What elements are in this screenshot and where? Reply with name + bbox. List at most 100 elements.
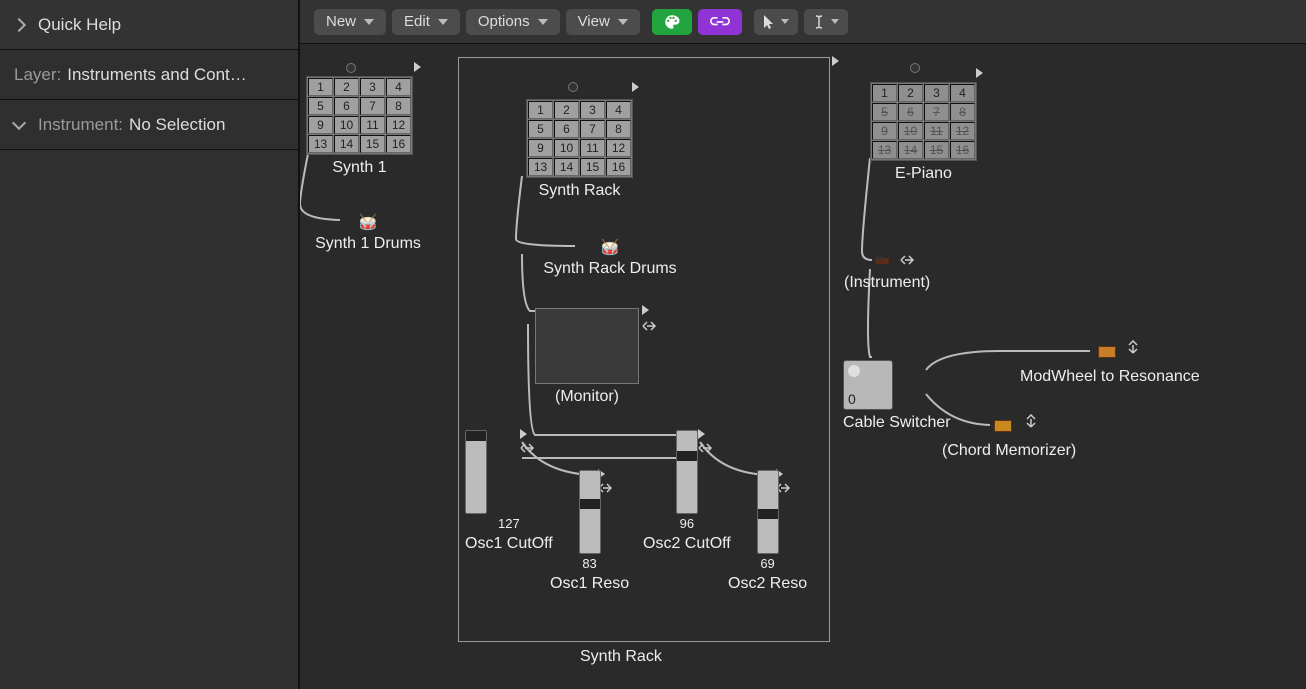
osc1-cutoff-fader[interactable]: 127 Osc1 CutOff bbox=[465, 430, 553, 553]
channel-cell[interactable]: 10 bbox=[554, 139, 579, 157]
channel-cell[interactable]: 4 bbox=[950, 84, 975, 102]
edit-menu-label: Edit bbox=[404, 13, 430, 30]
color-palette-button[interactable] bbox=[652, 9, 692, 35]
chord-memorizer-object[interactable]: (Chord Memorizer) bbox=[942, 438, 1076, 460]
channel-cell[interactable]: 1 bbox=[528, 101, 553, 119]
fader-track[interactable] bbox=[579, 470, 601, 554]
channel-cell[interactable]: 12 bbox=[950, 122, 975, 140]
channel-cell[interactable]: 16 bbox=[950, 141, 975, 159]
channel-cell[interactable]: 11 bbox=[924, 122, 949, 140]
channel-cell[interactable]: 13 bbox=[528, 158, 553, 176]
pointer-tool[interactable] bbox=[754, 9, 798, 35]
channel-cell[interactable]: 4 bbox=[606, 101, 631, 119]
channel-cell[interactable]: 6 bbox=[554, 120, 579, 138]
channel-cell[interactable]: 5 bbox=[528, 120, 553, 138]
channel-cell[interactable]: 1 bbox=[308, 78, 333, 96]
channel-cell[interactable]: 9 bbox=[308, 116, 333, 134]
channel-cell[interactable]: 4 bbox=[386, 78, 411, 96]
edit-menu[interactable]: Edit bbox=[392, 9, 460, 35]
channel-cell[interactable]: 11 bbox=[360, 116, 385, 134]
channel-cell[interactable]: 5 bbox=[872, 103, 897, 121]
channel-cell[interactable]: 14 bbox=[554, 158, 579, 176]
channel-cell[interactable]: 8 bbox=[386, 97, 411, 115]
channel-cell[interactable]: 15 bbox=[924, 141, 949, 159]
fader-track[interactable] bbox=[676, 430, 698, 514]
chevron-down-icon bbox=[618, 19, 628, 25]
layer-row[interactable]: Layer: Instruments and Contr… bbox=[0, 50, 298, 100]
channel-cell[interactable]: 2 bbox=[898, 84, 923, 102]
link-button[interactable] bbox=[698, 9, 742, 35]
channel-cell[interactable]: 3 bbox=[580, 101, 605, 119]
channel-cell[interactable]: 11 bbox=[580, 139, 605, 157]
synth-rack-object[interactable]: 12345678910111213141516 Synth Rack bbox=[526, 99, 633, 200]
channel-cell[interactable]: 8 bbox=[606, 120, 631, 138]
synth1-drums-object[interactable]: 🥁 Synth 1 Drums bbox=[308, 213, 428, 253]
modwheel-object[interactable]: ModWheel to Resonance bbox=[1020, 364, 1200, 386]
quick-help-row[interactable]: Quick Help bbox=[0, 0, 298, 50]
channel-cell[interactable]: 2 bbox=[334, 78, 359, 96]
fader-track[interactable] bbox=[757, 470, 779, 554]
channel-cell[interactable]: 6 bbox=[898, 103, 923, 121]
channel-cell[interactable]: 16 bbox=[606, 158, 631, 176]
cable-switcher-knob[interactable]: 0 bbox=[843, 360, 893, 410]
transformer-icon bbox=[1098, 346, 1116, 358]
channel-cell[interactable]: 3 bbox=[360, 78, 385, 96]
fader-value: 69 bbox=[728, 556, 807, 571]
channel-cell[interactable]: 14 bbox=[334, 135, 359, 153]
channel-cell[interactable]: 9 bbox=[872, 122, 897, 140]
port-triangle-icon bbox=[976, 68, 983, 78]
fader-cap[interactable] bbox=[677, 451, 697, 461]
new-menu[interactable]: New bbox=[314, 9, 386, 35]
instrument-row[interactable]: Instrument: No Selection bbox=[0, 100, 298, 150]
channel-grid[interactable]: 12345678910111213141516 bbox=[870, 82, 977, 161]
channel-cell[interactable]: 6 bbox=[334, 97, 359, 115]
options-menu[interactable]: Options bbox=[466, 9, 560, 35]
channel-cell[interactable]: 10 bbox=[898, 122, 923, 140]
osc2-cutoff-fader[interactable]: 96 Osc2 CutOff bbox=[643, 430, 731, 553]
fader-cap[interactable] bbox=[466, 431, 486, 441]
new-menu-label: New bbox=[326, 13, 356, 30]
channel-cell[interactable]: 16 bbox=[386, 135, 411, 153]
fader-value: 83 bbox=[550, 556, 629, 571]
channel-cell[interactable]: 15 bbox=[580, 158, 605, 176]
channel-cell[interactable]: 3 bbox=[924, 84, 949, 102]
channel-cell[interactable]: 15 bbox=[360, 135, 385, 153]
channel-cell[interactable]: 7 bbox=[924, 103, 949, 121]
port-dot-icon bbox=[910, 63, 920, 73]
channel-cell[interactable]: 13 bbox=[308, 135, 333, 153]
object-label: Osc2 Reso bbox=[728, 575, 807, 593]
osc1-reso-fader[interactable]: 83 Osc1 Reso bbox=[550, 470, 629, 593]
channel-grid[interactable]: 12345678910111213141516 bbox=[306, 76, 413, 155]
channel-grid[interactable]: 12345678910111213141516 bbox=[526, 99, 633, 178]
fader-track[interactable] bbox=[465, 430, 487, 514]
object-label: Osc2 CutOff bbox=[643, 535, 731, 553]
synth1-object[interactable]: 12345678910111213141516 Synth 1 bbox=[306, 76, 413, 177]
osc2-reso-fader[interactable]: 69 Osc2 Reso bbox=[728, 470, 807, 593]
channel-cell[interactable]: 1 bbox=[872, 84, 897, 102]
channel-cell[interactable]: 12 bbox=[386, 116, 411, 134]
channel-cell[interactable]: 5 bbox=[308, 97, 333, 115]
channel-cell[interactable]: 7 bbox=[360, 97, 385, 115]
environment-canvas[interactable]: 12345678910111213141516 Synth 1 🥁 Synth … bbox=[300, 44, 1306, 689]
channel-cell[interactable]: 14 bbox=[898, 141, 923, 159]
fader-cap[interactable] bbox=[758, 509, 778, 519]
object-label: (Monitor) bbox=[535, 388, 639, 406]
channel-cell[interactable]: 2 bbox=[554, 101, 579, 119]
epiano-object[interactable]: 12345678910111213141516 E-Piano bbox=[870, 82, 977, 183]
channel-cell[interactable]: 7 bbox=[580, 120, 605, 138]
chord-memorizer-icon bbox=[994, 420, 1012, 432]
object-label: Synth Rack bbox=[526, 182, 633, 200]
channel-cell[interactable]: 8 bbox=[950, 103, 975, 121]
text-tool[interactable] bbox=[804, 9, 848, 35]
channel-cell[interactable]: 13 bbox=[872, 141, 897, 159]
channel-cell[interactable]: 12 bbox=[606, 139, 631, 157]
instrument-object[interactable]: (Instrument) bbox=[844, 270, 930, 292]
view-menu[interactable]: View bbox=[566, 9, 640, 35]
cable-switcher-object[interactable]: 0 Cable Switcher bbox=[843, 360, 951, 432]
channel-cell[interactable]: 10 bbox=[334, 116, 359, 134]
channel-cell[interactable]: 9 bbox=[528, 139, 553, 157]
object-label: Synth 1 bbox=[306, 159, 413, 177]
monitor-object[interactable]: (Monitor) bbox=[535, 308, 639, 406]
synth-rack-drums-object[interactable]: 🥁 Synth Rack Drums bbox=[530, 238, 690, 278]
fader-cap[interactable] bbox=[580, 499, 600, 509]
